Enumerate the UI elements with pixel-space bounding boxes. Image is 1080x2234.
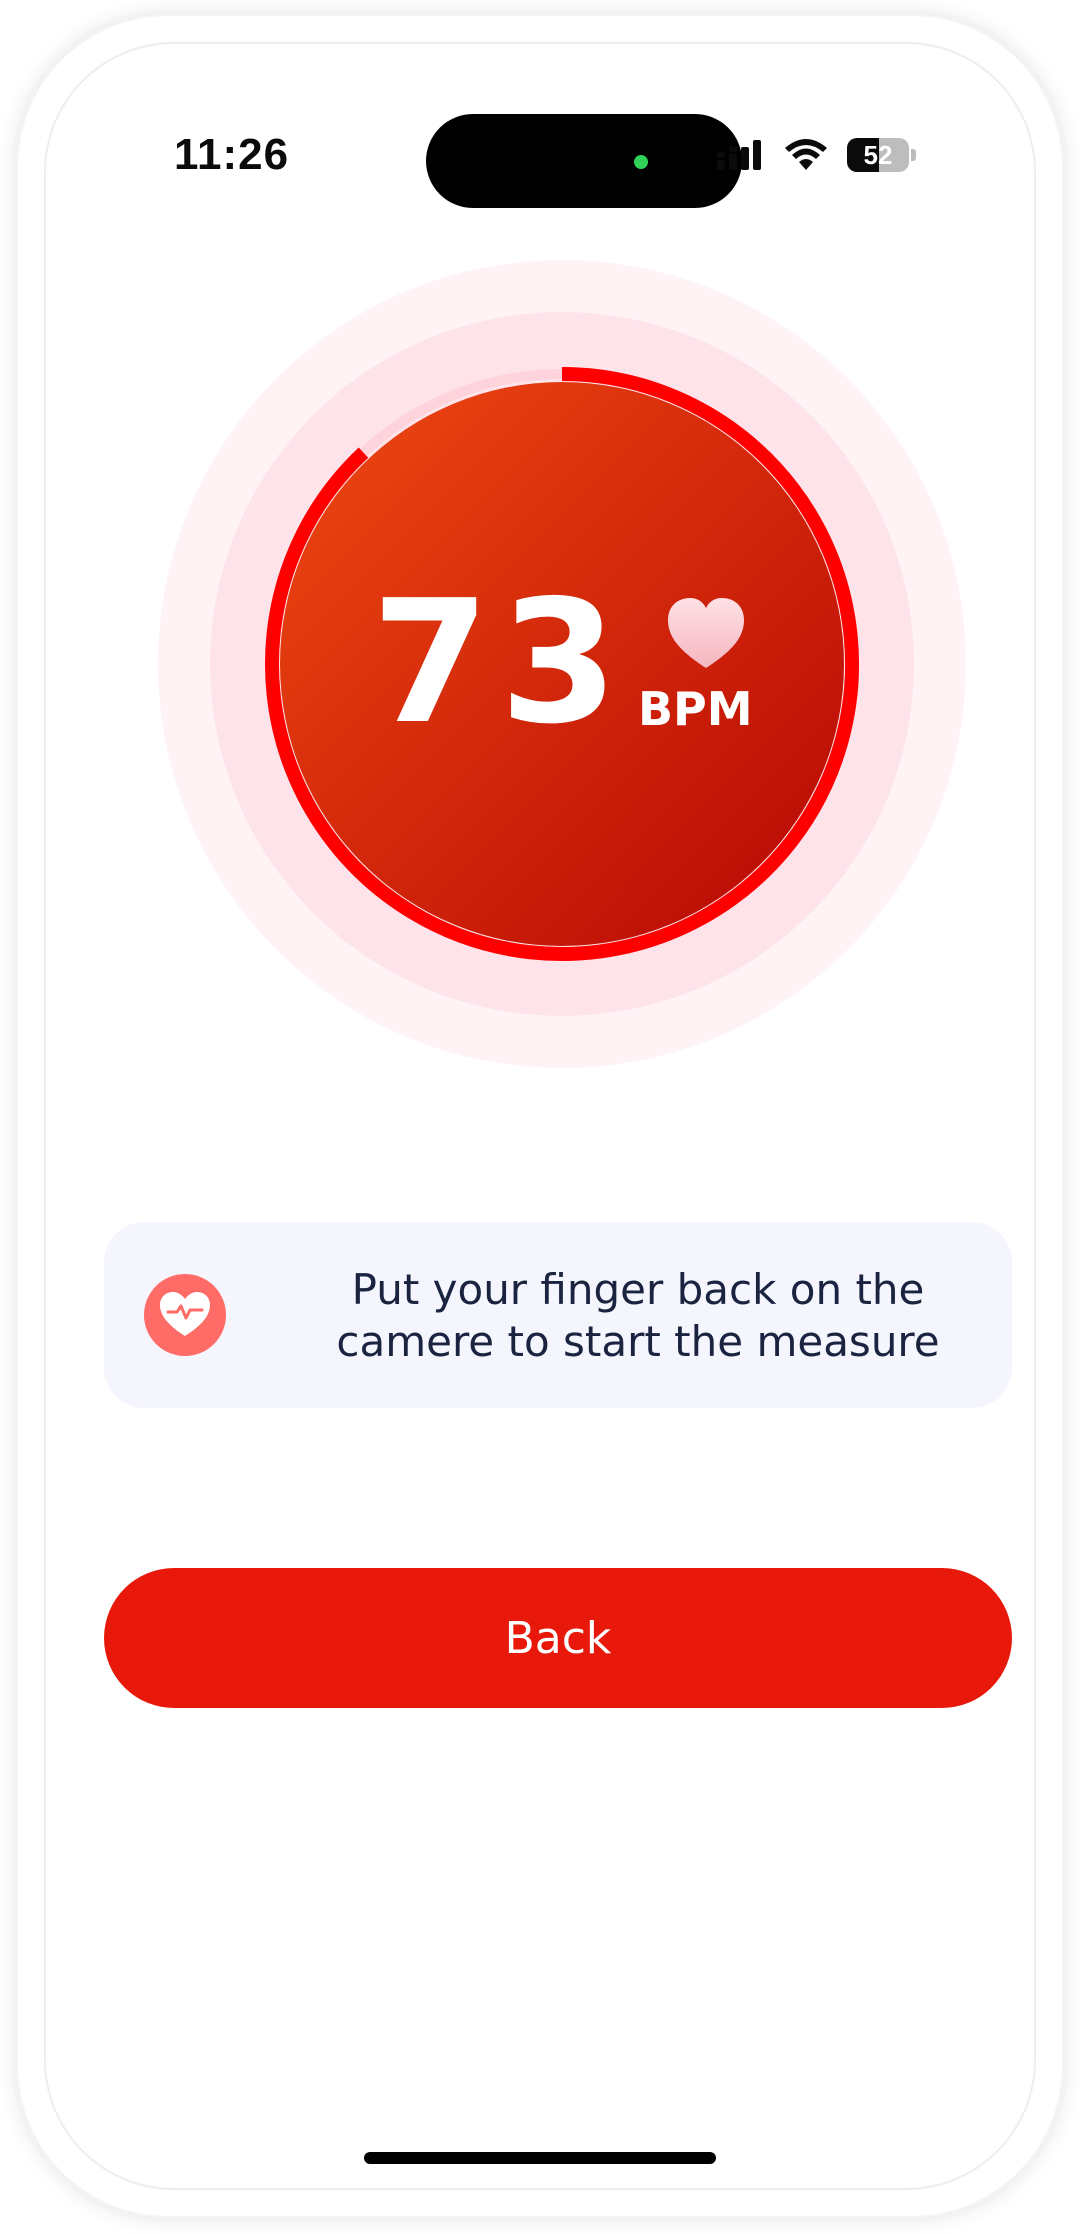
back-button[interactable]: Back (104, 1568, 1012, 1708)
bpm-side: BPM (638, 686, 753, 732)
instruction-card: Put your finger back on the camere to st… (104, 1222, 1012, 1408)
bpm-unit: BPM (638, 682, 753, 736)
heart-pulse-icon (144, 1274, 226, 1356)
battery-icon: 52 (847, 138, 909, 172)
instruction-text: Put your finger back on the camere to st… (336, 1265, 940, 1366)
status-time: 11:26 (174, 130, 290, 179)
home-indicator[interactable] (364, 2152, 716, 2164)
bpm-readout: 73 BPM (156, 564, 968, 762)
battery-percent: 52 (863, 140, 893, 170)
app-screen: 11:26 52 73 BPM Put your finger back on … (44, 42, 1036, 2190)
status-icons: 52 (715, 138, 916, 172)
device-frame: 11:26 52 73 BPM Put your finger back on … (18, 16, 1062, 2216)
dynamic-island (426, 114, 742, 208)
battery-tip (911, 149, 916, 161)
bpm-value: 73 (371, 564, 628, 762)
cellular-signal-icon (717, 140, 761, 170)
camera-indicator-dot (634, 155, 648, 169)
heart-rate-gauge: 73 BPM (156, 258, 968, 1070)
wifi-icon (785, 139, 827, 170)
